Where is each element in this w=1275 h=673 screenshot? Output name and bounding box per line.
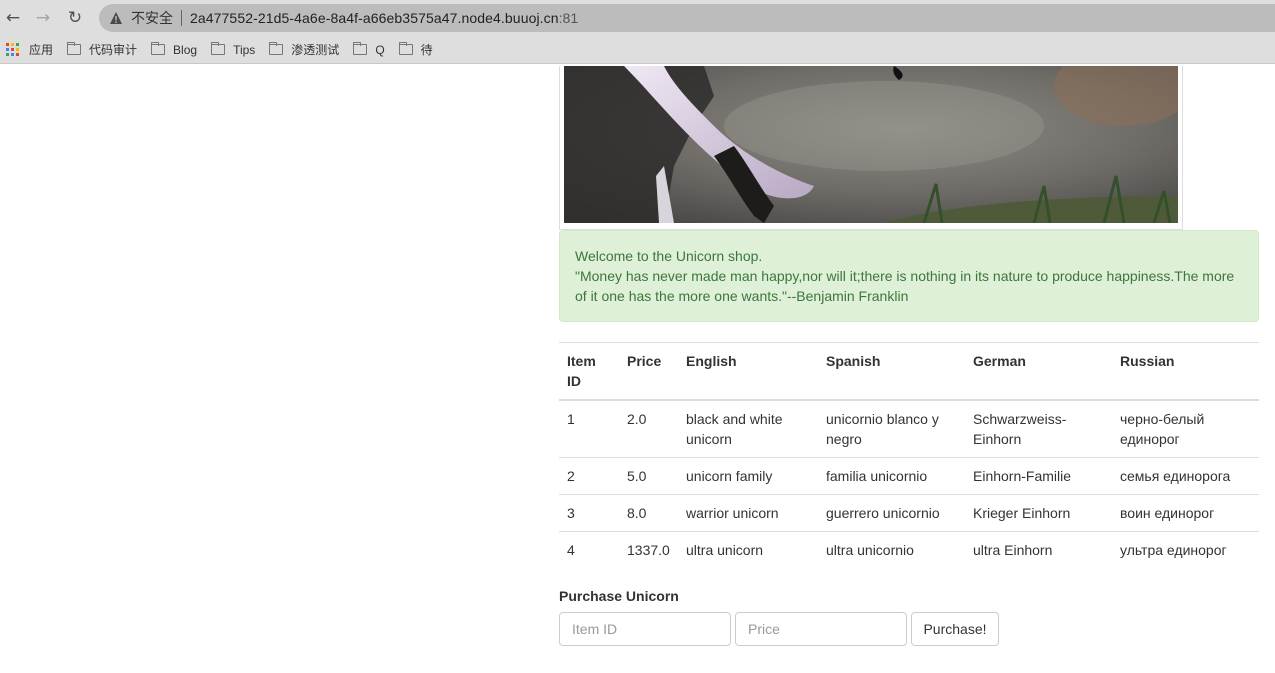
bookmark-label: Q (375, 42, 385, 57)
folder-icon (151, 42, 166, 55)
bookmark-folder[interactable]: Tips (211, 42, 256, 57)
bookmark-apps[interactable]: 应用 (0, 41, 53, 58)
url-host[interactable]: 2a477552-21d5-4a6e-8a4f-a66eb3575a47.nod… (190, 10, 559, 26)
cell-spanish: ultra unicornio (818, 531, 965, 568)
cell-item-id: 1 (559, 399, 619, 458)
welcome-alert: Welcome to the Unicorn shop. "Money has … (559, 230, 1259, 322)
cell-german: Krieger Einhorn (965, 494, 1112, 532)
cell-item-id: 4 (559, 531, 619, 568)
folder-icon (398, 42, 413, 55)
bookmark-label: Tips (233, 42, 256, 57)
table-row: 1 2.0 black and white unicorn unicornio … (559, 399, 1259, 458)
bookmark-folder[interactable]: 代码审计 (67, 41, 137, 58)
bookmark-label: 代码审计 (89, 43, 138, 57)
unicorn-image-thumbnail (559, 66, 1183, 230)
cell-price: 2.0 (619, 399, 678, 458)
page-content: Welcome to the Unicorn shop. "Money has … (0, 66, 1275, 673)
cell-english: unicorn family (678, 457, 818, 495)
table-row: 4 1337.0 ultra unicorn ultra unicornio u… (559, 531, 1259, 568)
cell-russian: воин единорог (1112, 494, 1259, 532)
bookmark-folder[interactable]: Blog (151, 42, 198, 57)
header-item-id: Item ID (559, 342, 619, 401)
cell-russian: черно-белый единорог (1112, 399, 1259, 458)
price-input[interactable] (735, 612, 907, 646)
bookmark-label: Blog (173, 42, 198, 57)
header-english: English (678, 342, 818, 401)
back-icon[interactable]: ← (2, 7, 24, 29)
reload-icon[interactable]: ↻ (64, 7, 86, 29)
folder-icon (67, 42, 82, 55)
bookmark-folder[interactable]: 渗透测试 (269, 41, 339, 58)
table-row: 3 8.0 warrior unicorn guerrero unicornio… (559, 494, 1259, 532)
unicorn-image (564, 66, 1178, 223)
address-bar[interactable]: 不安全 2a477552-21d5-4a6e-8a4f-a66eb3575a47… (99, 4, 1275, 32)
apps-grid-icon (6, 43, 19, 56)
folder-icon (211, 42, 226, 55)
bookmark-label: 应用 (29, 43, 54, 57)
cell-german: Schwarzweiss-Einhorn (965, 399, 1112, 458)
unicorn-table: Item ID Price English Spanish German Rus… (559, 342, 1259, 568)
table-row: 2 5.0 unicorn family familia unicornio E… (559, 457, 1259, 495)
bookmarks-bar: 应用 代码审计 Blog Tips 渗透测试 Q 待 (0, 36, 1275, 64)
forward-icon[interactable]: → (32, 7, 54, 29)
quote-message: "Money has never made man happy,nor will… (575, 268, 1235, 304)
table-header-row: Item ID Price English Spanish German Rus… (559, 342, 1259, 401)
bookmark-label: 渗透测试 (291, 43, 340, 57)
welcome-message: Welcome to the Unicorn shop. (575, 248, 763, 264)
header-german: German (965, 342, 1112, 401)
item-id-input[interactable] (559, 612, 731, 646)
cell-russian: семья единорога (1112, 457, 1259, 495)
cell-item-id: 3 (559, 494, 619, 532)
cell-spanish: unicornio blanco y negro (818, 399, 965, 458)
purchase-title: Purchase Unicorn (559, 588, 679, 604)
bookmark-folder[interactable]: 待 (398, 41, 433, 58)
url-port[interactable]: :81 (559, 10, 578, 26)
cell-spanish: guerrero unicornio (818, 494, 965, 532)
cell-english: warrior unicorn (678, 494, 818, 532)
cell-item-id: 2 (559, 457, 619, 495)
header-spanish: Spanish (818, 342, 965, 401)
cell-russian: ультра единорог (1112, 531, 1259, 568)
cell-spanish: familia unicornio (818, 457, 965, 495)
header-price: Price (619, 342, 678, 401)
folder-icon (269, 42, 284, 55)
cell-price: 8.0 (619, 494, 678, 532)
url-divider (181, 10, 182, 26)
cell-price: 1337.0 (619, 531, 678, 568)
cell-price: 5.0 (619, 457, 678, 495)
cell-english: ultra unicorn (678, 531, 818, 568)
bookmark-folder[interactable]: Q (353, 42, 385, 57)
purchase-button[interactable]: Purchase! (911, 612, 999, 646)
bookmark-label: 待 (420, 43, 433, 57)
cell-german: Einhorn-Familie (965, 457, 1112, 495)
browser-toolbar: ← → ↻ 不安全 2a477552-21d5-4a6e-8a4f-a66eb3… (0, 0, 1275, 36)
folder-icon (353, 42, 368, 55)
header-russian: Russian (1112, 342, 1259, 401)
security-label[interactable]: 不安全 (131, 8, 173, 28)
cell-german: ultra Einhorn (965, 531, 1112, 568)
cell-english: black and white unicorn (678, 399, 818, 458)
warning-icon[interactable] (109, 11, 123, 25)
